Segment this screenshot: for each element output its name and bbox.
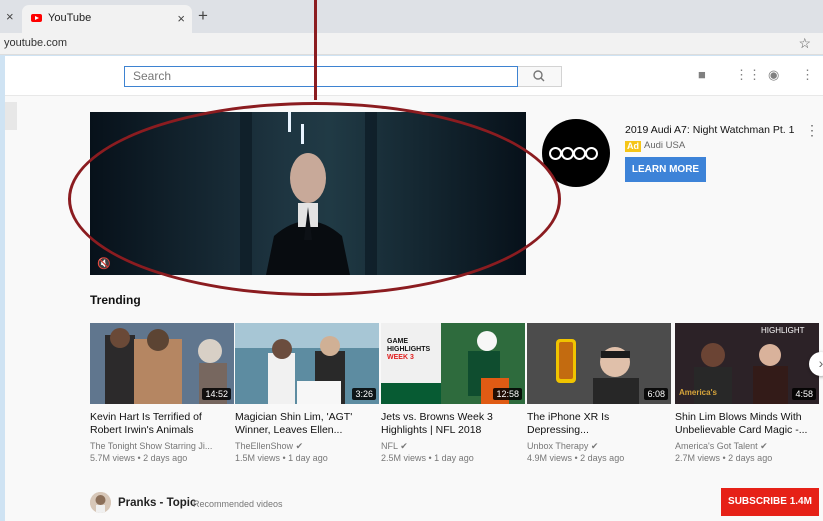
video-meta: 4.9M views • 2 days ago — [527, 453, 625, 463]
video-title[interactable]: Kevin Hart Is Terrified of Robert Irwin'… — [90, 411, 234, 437]
ad-title[interactable]: 2019 Audi A7: Night Watchman Pt. 1 — [625, 124, 794, 136]
video-channel[interactable]: The Tonight Show Starring Ji... — [90, 440, 234, 452]
learn-more-button[interactable]: LEARN MORE — [625, 157, 706, 182]
video-card[interactable]: HIGHLIGHT America's 4:58 Shin Lim Blows … — [675, 323, 819, 464]
video-meta: 1.5M views • 1 day ago — [235, 453, 328, 463]
video-card[interactable]: 3:26 Magician Shin Lim, 'AGT' Winner, Le… — [235, 323, 379, 464]
video-duration: 12:58 — [493, 388, 522, 400]
subscribe-button[interactable]: SUBSCRIBE 1.4M — [721, 488, 819, 516]
verified-icon: ✔ — [295, 441, 304, 451]
video-card[interactable]: GAME HIGHLIGHTS WEEK 3 12:58 Jets vs. Br… — [381, 323, 525, 464]
left-rail-edge — [5, 102, 17, 130]
browser-tabbar: × YouTube × + — [0, 0, 823, 33]
svg-text:HIGHLIGHT: HIGHLIGHT — [761, 326, 805, 335]
avatar[interactable] — [90, 492, 111, 513]
video-duration: 4:58 — [792, 388, 816, 400]
verified-icon: ✔ — [400, 441, 408, 451]
video-title[interactable]: Magician Shin Lim, 'AGT' Winner, Leaves … — [235, 411, 379, 437]
video-title[interactable]: The iPhone XR Is Depressing... — [527, 411, 671, 437]
apps-grid-icon[interactable]: ⋮⋮ — [735, 67, 761, 83]
video-channel[interactable]: America's Got Talent ✔ — [675, 440, 819, 452]
ad-channel[interactable]: Audi USA — [644, 140, 685, 151]
tab-close-icon[interactable]: × — [177, 11, 185, 26]
recommended-channel-title[interactable]: Pranks - Topic — [118, 497, 196, 509]
video-card[interactable]: 14:52 Kevin Hart Is Terrified of Robert … — [90, 323, 234, 464]
video-duration: 6:08 — [644, 388, 668, 400]
bookmark-star-icon[interactable]: ☆ — [798, 35, 811, 52]
video-channel[interactable]: TheEllenShow ✔ — [235, 440, 379, 452]
messages-icon[interactable]: ◉ — [768, 67, 779, 83]
ad-badge: Ad — [625, 141, 641, 152]
video-title[interactable]: Jets vs. Browns Week 3 Highlights | NFL … — [381, 411, 525, 437]
verified-icon: ✔ — [760, 441, 768, 451]
video-meta: 5.7M views • 2 days ago — [90, 453, 188, 463]
more-vertical-icon[interactable]: ⋮ — [801, 67, 814, 83]
new-tab-button[interactable]: + — [198, 6, 208, 26]
svg-text:WEEK 3: WEEK 3 — [387, 354, 414, 361]
video-thumbnail[interactable]: 14:52 — [90, 323, 234, 404]
verified-icon: ✔ — [590, 441, 599, 451]
search-icon — [533, 70, 545, 82]
trending-heading: Trending — [90, 293, 141, 307]
url-text[interactable]: youtube.com — [4, 37, 67, 49]
mute-icon[interactable]: 🔇 — [97, 257, 111, 270]
video-thumbnail[interactable]: HIGHLIGHT America's 4:58 — [675, 323, 819, 404]
left-tab-close-icon[interactable]: × — [6, 9, 14, 24]
youtube-favicon-icon — [31, 14, 42, 22]
recommended-subtitle: Recommended videos — [193, 499, 283, 509]
svg-text:GAME: GAME — [387, 338, 408, 345]
address-bar[interactable]: youtube.com ☆ — [0, 33, 823, 55]
video-thumbnail[interactable]: 6:08 — [527, 323, 671, 404]
video-channel[interactable]: Unbox Therapy ✔ — [527, 440, 671, 452]
video-meta: 2.5M views • 1 day ago — [381, 453, 474, 463]
browser-tab[interactable]: YouTube × — [22, 5, 192, 33]
search-input[interactable]: Search — [124, 66, 518, 87]
annotation-line — [314, 0, 317, 100]
avatar-art — [90, 492, 111, 513]
video-card[interactable]: 6:08 The iPhone XR Is Depressing... Unbo… — [527, 323, 671, 464]
video-camera-icon[interactable]: ■ — [698, 67, 706, 82]
video-channel[interactable]: NFL ✔ — [381, 440, 525, 452]
ad-more-icon[interactable]: ⋮ — [805, 122, 819, 139]
tab-title: YouTube — [48, 12, 92, 24]
video-thumbnail[interactable]: 3:26 — [235, 323, 379, 404]
youtube-topbar: Search ■ ⋮⋮ ◉ ⋮ — [5, 56, 823, 96]
video-thumbnail[interactable]: GAME HIGHLIGHTS WEEK 3 12:58 — [381, 323, 525, 404]
video-title[interactable]: Shin Lim Blows Minds With Unbelievable C… — [675, 411, 819, 437]
video-duration: 3:26 — [352, 388, 376, 400]
video-duration: 14:52 — [202, 388, 231, 400]
svg-text:America's: America's — [679, 388, 717, 397]
svg-text:HIGHLIGHTS: HIGHLIGHTS — [387, 346, 430, 353]
search-button[interactable] — [518, 66, 562, 87]
video-meta: 2.7M views • 2 days ago — [675, 453, 773, 463]
annotation-ellipse — [68, 102, 561, 296]
